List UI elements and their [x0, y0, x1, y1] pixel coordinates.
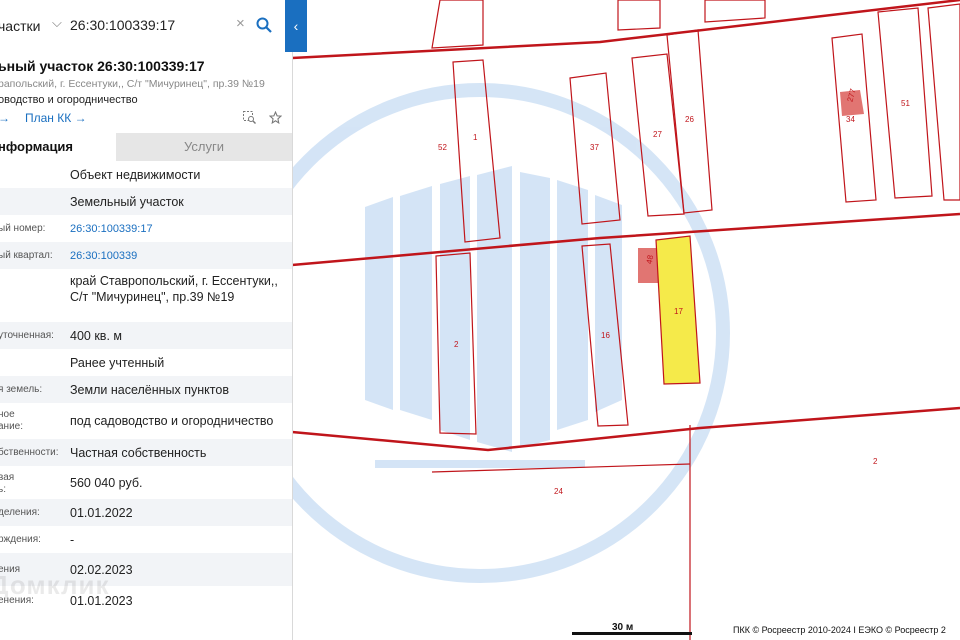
attribute-value: край Ставропольский, г. Ессентуки,, С/т …	[70, 274, 278, 304]
attribute-value-link[interactable]: 26:30:100339:17	[70, 221, 282, 237]
attribute-label: деления:	[0, 506, 40, 518]
attribute-label: я земель:	[0, 383, 43, 395]
attribute-value-link[interactable]: 26:30:100339	[70, 248, 282, 264]
attribute-value: Земли населённых пунктов	[70, 382, 229, 397]
search-category-select[interactable]: частки	[0, 18, 40, 34]
clear-icon[interactable]: ×	[236, 15, 245, 32]
attribute-row: Ранее учтенный	[0, 349, 292, 376]
attribute-label: бственности:	[0, 446, 59, 458]
parcel-label: 26	[685, 115, 694, 124]
attribute-row: вая ь: 560 040 руб.	[0, 466, 292, 499]
parcel-address: рапольский, г. Ессентуки,, С/т "Мичурине…	[0, 78, 265, 90]
attribute-row: ый квартал: 26:30:100339	[0, 242, 292, 269]
attribute-value: -	[70, 532, 75, 547]
attribute-label: ый номер:	[0, 222, 46, 234]
map-copyright: ПКК © Росреестр 2010-2024 I ЕЭКО © Росре…	[733, 625, 946, 635]
parcel-label: 34	[846, 115, 855, 124]
attribute-label: вая ь:	[0, 472, 15, 495]
parcel-label: 2	[454, 340, 459, 349]
parcel-label: 17	[674, 307, 683, 316]
star-icon[interactable]	[269, 110, 283, 129]
parcel-label: 16	[601, 331, 610, 340]
attribute-row: ное ание: под садоводство и огородничеств…	[0, 403, 292, 439]
plan-kk-link[interactable]: План КК →	[25, 111, 87, 125]
parcel-label: 24	[554, 487, 563, 496]
parcel-label: 1	[473, 133, 478, 142]
attribute-row: деления: 01.01.2022	[0, 499, 292, 526]
details-link[interactable]: →	[0, 111, 10, 125]
attribute-label: уточненная:	[0, 329, 54, 341]
attribute-row: рждения: -	[0, 526, 292, 553]
attribute-row: я земель: Земли населённых пунктов	[0, 376, 292, 403]
zoom-to-parcel-icon[interactable]	[243, 111, 256, 129]
attribute-row: уточненная: 400 кв. м	[0, 322, 292, 349]
search-input[interactable]	[70, 13, 230, 37]
page-title: ьный участок 26:30:100339:17	[0, 58, 205, 74]
attribute-value: 560 040 руб.	[70, 475, 143, 490]
scale-bar: 30 м	[572, 618, 692, 635]
search-icon[interactable]	[256, 17, 272, 38]
chevron-down-icon[interactable]: ⌵	[52, 15, 62, 31]
rosreestr-emblem-watermark	[230, 83, 730, 583]
attribute-value: под садоводство и огородничество	[70, 414, 274, 428]
domclick-watermark: Домклик	[0, 570, 110, 600]
attribute-label: рждения:	[0, 533, 41, 545]
attribute-row: Объект недвижимости	[0, 161, 292, 188]
scale-line	[572, 632, 692, 635]
info-panel: частки ⌵ × ьный участок 26:30:100339:17 …	[0, 0, 293, 640]
search-bar: частки ⌵ ×	[0, 0, 283, 52]
attribute-label: ное ание:	[0, 409, 24, 432]
attribute-value: Частная собственность	[70, 445, 207, 460]
parcel-label: 52	[438, 143, 447, 152]
attribute-value: 01.01.2022	[70, 505, 133, 520]
parcel-label: 37	[590, 143, 599, 152]
tab-services[interactable]: Услуги	[116, 133, 292, 161]
collapse-panel-button[interactable]: ‹	[285, 0, 307, 52]
parcel-label: 51	[901, 99, 910, 108]
attribute-row: край Ставропольский, г. Ессентуки,, С/т …	[0, 269, 292, 322]
parcel-use: оводство и огородничество	[0, 94, 138, 106]
attribute-value: Земельный участок	[70, 194, 184, 209]
attribute-value: Ранее учтенный	[70, 355, 165, 370]
tabs: нформация Услуги	[0, 133, 292, 161]
parcel-label: 27	[653, 130, 662, 139]
tab-information[interactable]: нформация	[0, 133, 116, 161]
attribute-label: ый квартал:	[0, 249, 53, 261]
attribute-row: ый номер: 26:30:100339:17	[0, 215, 292, 242]
attribute-value: Объект недвижимости	[70, 167, 201, 182]
attribute-row: Земельный участок	[0, 188, 292, 215]
attribute-value: 400 кв. м	[70, 328, 122, 343]
parcel-label: 2	[873, 457, 878, 466]
attribute-row: бственности: Частная собственность	[0, 439, 292, 466]
